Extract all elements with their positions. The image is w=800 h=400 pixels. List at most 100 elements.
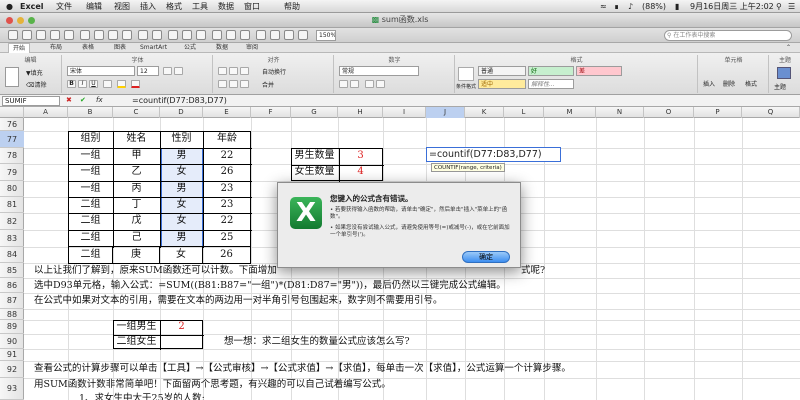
column-header-m[interactable]: M (544, 107, 596, 118)
male-count-label[interactable]: 男生数量 (291, 148, 338, 164)
merge-button[interactable]: 合并 (262, 80, 274, 89)
name-box[interactable]: SUMIF (2, 96, 60, 106)
table-cell[interactable]: 女 (160, 197, 203, 213)
clock[interactable]: 9月16日周三 上午2:02 (690, 0, 774, 12)
column-header-h[interactable]: H (338, 107, 383, 118)
decrease-decimal-icon[interactable] (376, 80, 385, 88)
insert-function-button[interactable]: fx (96, 95, 103, 106)
sort-asc-icon[interactable] (182, 30, 192, 40)
currency-icon[interactable] (339, 80, 348, 88)
dialog-ok-button[interactable]: 确定 (462, 251, 510, 263)
paste-big-icon[interactable] (5, 67, 19, 87)
table-cell[interactable]: 女 (160, 213, 203, 229)
select-all-corner[interactable] (0, 107, 24, 118)
gallery-icon[interactable] (240, 30, 250, 40)
new-doc-icon[interactable] (8, 30, 18, 40)
column-header-n[interactable]: N (596, 107, 644, 118)
text-row-85-end[interactable]: 式呢? (521, 263, 545, 278)
autosum-icon[interactable] (168, 30, 178, 40)
fill-button[interactable]: ▼填充 (26, 68, 43, 77)
save-icon[interactable] (50, 30, 60, 40)
column-header-k[interactable]: K (465, 107, 504, 118)
table-cell[interactable]: 22 (203, 148, 251, 164)
column-header-j[interactable]: J (426, 107, 465, 118)
row-header-86[interactable]: 86 (0, 278, 24, 293)
row-header-87[interactable]: 87 (0, 293, 24, 309)
menu-data[interactable]: 数据 (218, 0, 234, 12)
wrap-text-button[interactable]: 自动换行 (262, 67, 286, 76)
media-icon[interactable] (284, 30, 294, 40)
text-row-92[interactable]: 用SUM函数计数非常简单吧！下面留两个思考题，有兴趣的可以自己试着编写公式。 (34, 377, 391, 392)
tab-tables[interactable]: 表格 (82, 43, 94, 53)
style-good[interactable]: 好 (528, 66, 574, 76)
column-header-i[interactable]: I (383, 107, 426, 118)
tab-data[interactable]: 数据 (216, 43, 228, 53)
increase-decimal-icon[interactable] (365, 80, 374, 88)
row-header-80[interactable]: 80 (0, 181, 24, 197)
table-cell[interactable]: 女 (160, 247, 203, 264)
think-question[interactable]: 想一想：求二组女生的数量公式应该怎么写? (224, 334, 410, 349)
menu-tools[interactable]: 工具 (192, 0, 208, 12)
text-row-93[interactable]: 1、求女生中大于25岁的人数; (79, 391, 205, 400)
battery-status[interactable]: (88%) (642, 0, 666, 12)
theme-button[interactable]: 主题 (774, 82, 786, 91)
table-header[interactable]: 年龄 (203, 131, 251, 147)
menu-window[interactable]: 窗口 (244, 0, 260, 12)
menu-help[interactable]: 帮助 (284, 0, 300, 12)
open-icon[interactable] (36, 30, 46, 40)
conditional-format-icon[interactable] (458, 67, 474, 81)
column-header-p[interactable]: P (694, 107, 742, 118)
menu-insert[interactable]: 插入 (140, 0, 156, 12)
group2-female-label[interactable]: 二组女生 (113, 334, 160, 349)
italic-button[interactable]: I (78, 80, 87, 88)
undo-icon[interactable] (138, 30, 148, 40)
table-cell[interactable]: 22 (203, 213, 251, 229)
sidebar-icon[interactable] (256, 30, 266, 40)
table-cell[interactable]: 26 (203, 164, 251, 180)
row-header-89[interactable]: 89 (0, 320, 24, 334)
text-row-87[interactable]: 在公式中如果对文本的引用，需要在文本的两边用一对半角引号包围起来，数字则不需要用… (34, 293, 443, 308)
table-cell[interactable]: 二组 (68, 197, 113, 213)
row-header-88[interactable]: 88 (0, 309, 24, 320)
column-header-c[interactable]: C (113, 107, 160, 118)
fill-color-icon[interactable] (117, 80, 126, 88)
column-header-a[interactable]: A (24, 107, 68, 118)
row-header-78[interactable]: 78 (0, 148, 24, 164)
border-icon[interactable] (103, 80, 112, 88)
row-header-76[interactable]: 76 (0, 118, 24, 131)
align-left-icon[interactable] (218, 80, 227, 88)
table-cell[interactable]: 二组 (68, 247, 113, 264)
tab-layout[interactable]: 布局 (50, 43, 62, 53)
tab-review[interactable]: 审阅 (246, 43, 258, 53)
row-header-85[interactable]: 85 (0, 263, 24, 278)
increase-font-icon[interactable] (163, 67, 172, 75)
confirm-formula-icon[interactable]: ✔ (80, 95, 86, 106)
tab-formulas[interactable]: 公式 (184, 43, 196, 53)
font-name-select[interactable]: 宋体 (67, 66, 135, 76)
wifi-icon[interactable]: ≈ (600, 0, 607, 12)
template-icon[interactable] (22, 30, 32, 40)
conditional-format-label[interactable]: 条件格式 (456, 83, 476, 90)
column-header-b[interactable]: B (68, 107, 113, 118)
style-explanatory[interactable]: 解释性... (528, 79, 574, 89)
table-cell[interactable]: 乙 (113, 164, 160, 180)
row-header-84[interactable]: 84 (0, 247, 24, 263)
female-count-value[interactable]: 4 (338, 164, 383, 180)
column-header-f[interactable]: F (251, 107, 291, 118)
table-cell[interactable]: 25 (203, 230, 251, 246)
table-header[interactable]: 组别 (68, 131, 113, 147)
table-cell[interactable]: 己 (113, 230, 160, 246)
table-header[interactable]: 性别 (160, 131, 203, 147)
font-color-icon[interactable] (131, 80, 140, 88)
menu-format[interactable]: 格式 (166, 0, 182, 12)
style-normal[interactable]: 普通 (478, 66, 526, 76)
table-cell[interactable]: 一组 (68, 164, 113, 180)
insert-cells-button[interactable]: 插入 (703, 79, 715, 88)
text-row-91[interactable]: 查看公式的计算步骤可以单击【工具】→【公式审核】→【公式求值】→【求值】，每单击… (34, 361, 571, 376)
row-header-79[interactable]: 79 (0, 164, 24, 181)
row-header-83[interactable]: 83 (0, 230, 24, 247)
align-bottom-icon[interactable] (240, 67, 249, 75)
text-row-85[interactable]: 以上让我们了解到，原来SUM函数还可以计数。下面增加 (34, 263, 277, 278)
volume-icon[interactable]: ♪ (628, 0, 633, 12)
filter-icon[interactable] (212, 30, 222, 40)
